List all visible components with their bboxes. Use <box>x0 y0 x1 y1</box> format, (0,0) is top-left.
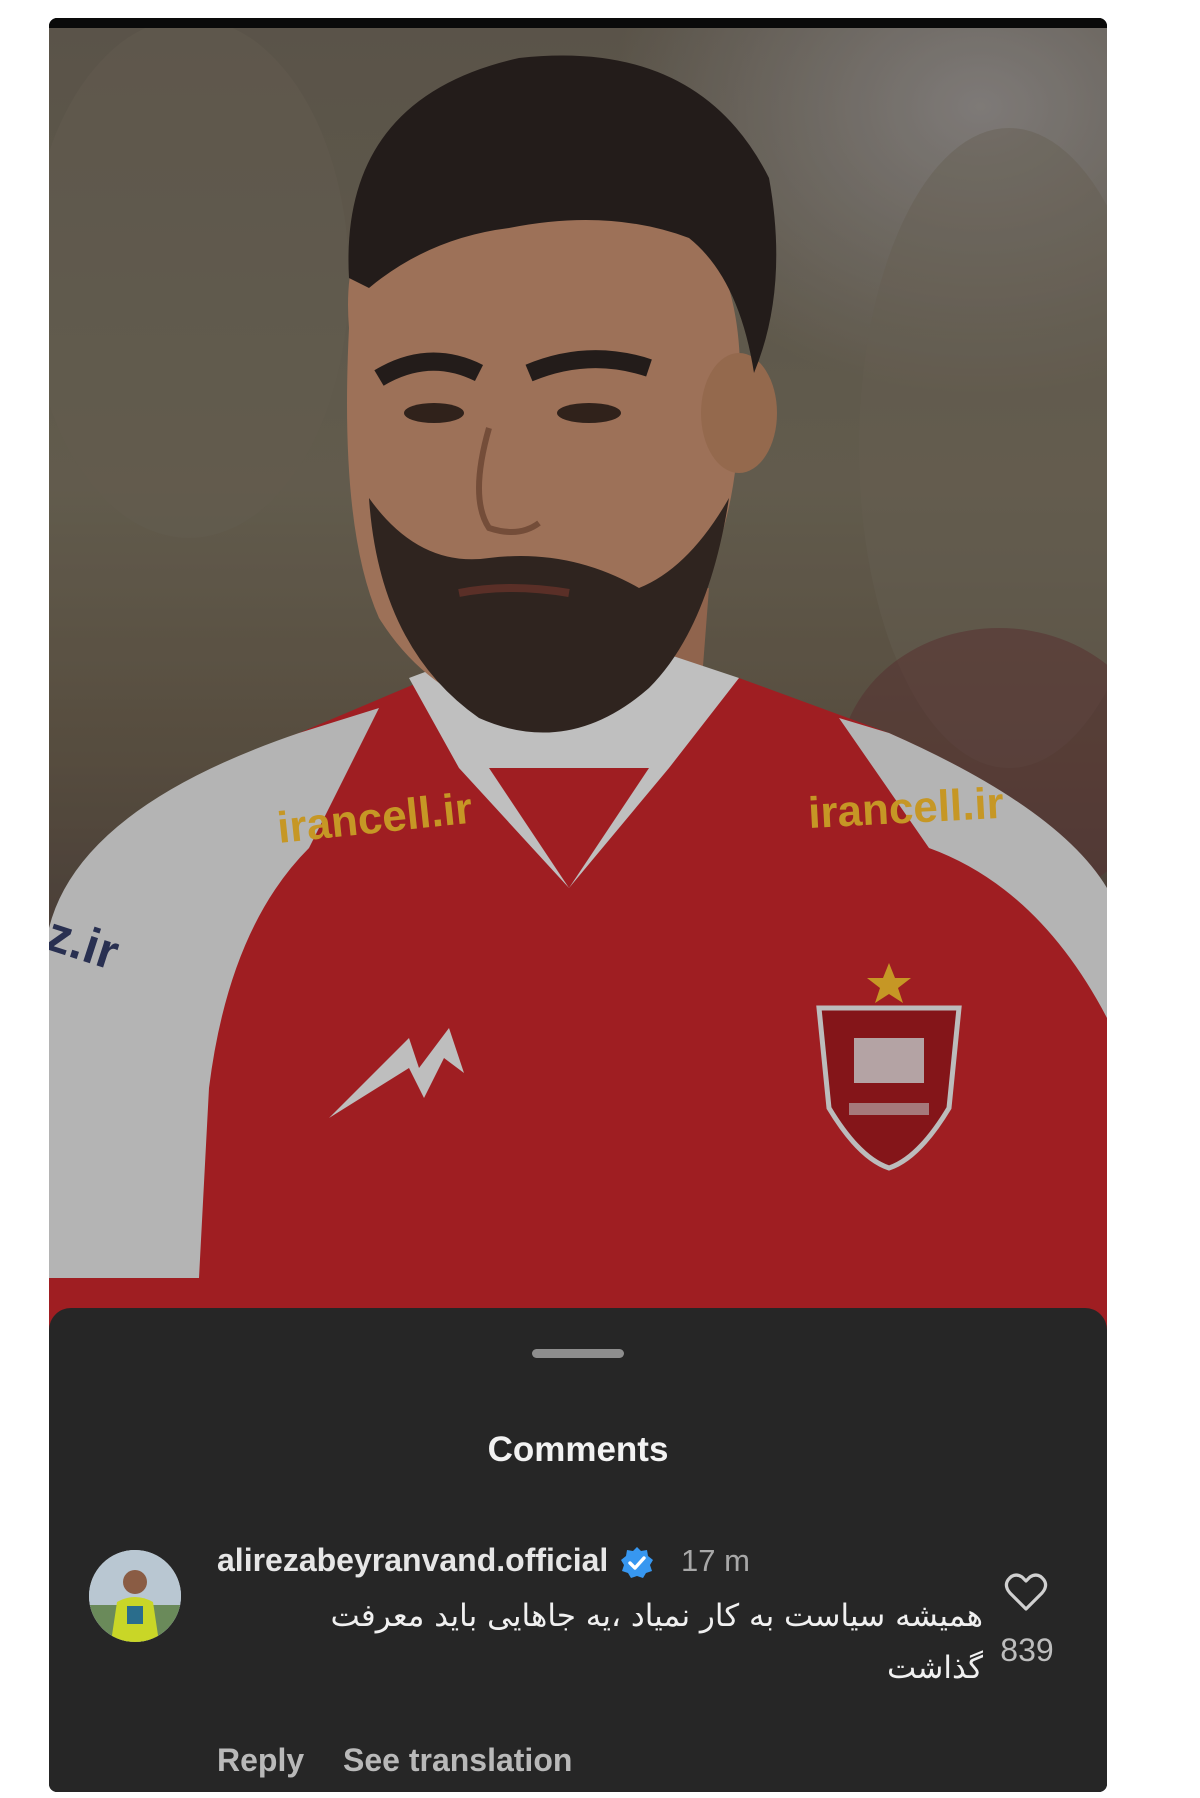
like-count: 839 <box>1000 1632 1054 1668</box>
post-photo[interactable]: irancell.ir irancell.ir z.ir <box>49 28 1107 1338</box>
avatar[interactable] <box>89 1550 181 1642</box>
see-translation-button[interactable]: See translation <box>343 1742 572 1779</box>
comment-item: alirezabeyranvand.official 17 m همیشه سی… <box>49 1530 1107 1790</box>
sponsor-right-text: irancell.ir <box>807 779 1005 838</box>
comment-username[interactable]: alirezabeyranvand.official <box>217 1542 608 1579</box>
post-viewer: irancell.ir irancell.ir z.ir Comments al… <box>49 18 1107 1792</box>
drag-handle[interactable] <box>532 1349 624 1358</box>
heart-icon[interactable] <box>1004 1572 1048 1612</box>
comments-sheet: Comments alirezabeyranvand.official 17 m… <box>49 1308 1107 1792</box>
top-bar <box>49 18 1107 28</box>
comment-time: 17 m <box>681 1543 750 1578</box>
verified-badge-icon <box>621 1547 653 1578</box>
player-illustration: irancell.ir irancell.ir z.ir <box>49 28 1107 1338</box>
comment-text: همیشه سیاست به کار نمیاد ،یه جاهایی باید… <box>330 1598 983 1686</box>
reply-button[interactable]: Reply <box>217 1742 304 1779</box>
sheet-title: Comments <box>487 1430 669 1469</box>
